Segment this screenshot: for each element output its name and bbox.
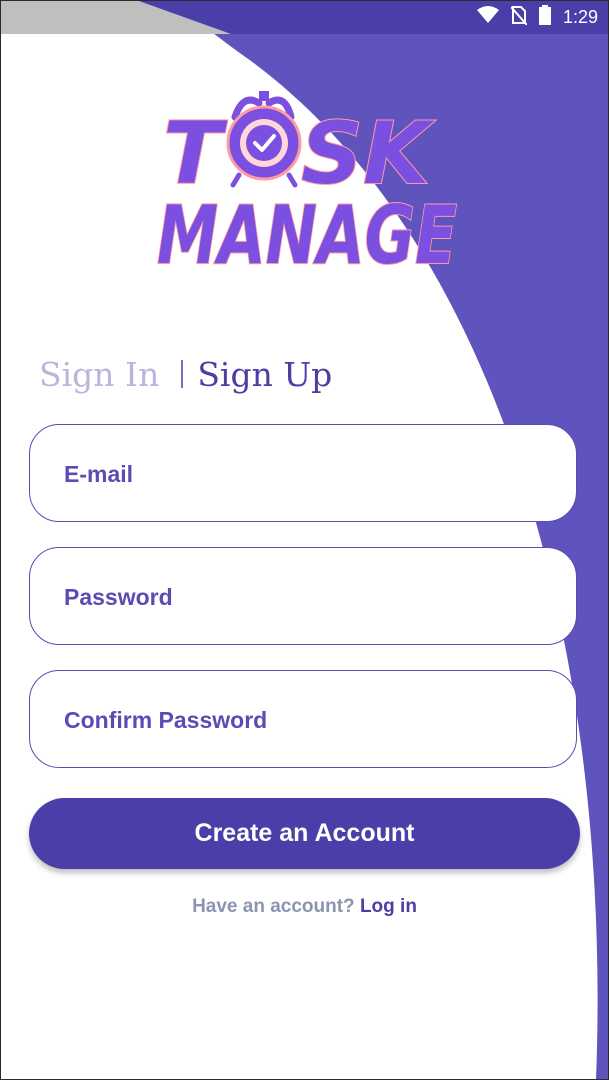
confirm-password-input[interactable] (62, 671, 546, 769)
app-screen: 1:29 T SK MANAGE Sign In Sign Up Create … (0, 0, 609, 1080)
no-sim-icon (510, 5, 528, 30)
have-account-text: Have an account? (192, 896, 360, 917)
status-bar-gray-region (1, 1, 231, 34)
battery-icon (538, 5, 551, 30)
email-input[interactable] (62, 425, 546, 523)
tab-sign-in[interactable]: Sign In (39, 355, 159, 394)
login-link[interactable]: Log in (360, 896, 417, 917)
status-bar: 1:29 (1, 1, 608, 34)
app-logo: T SK MANAGE (156, 91, 458, 275)
email-field[interactable] (29, 424, 577, 523)
alarm-clock-check-icon (226, 91, 302, 188)
password-field[interactable] (29, 547, 577, 646)
logo-text-manage: MANAGE (157, 189, 457, 275)
create-account-button[interactable]: Create an Account (29, 798, 580, 869)
auth-tabs: Sign In Sign Up (39, 349, 332, 399)
confirm-password-field[interactable] (29, 670, 577, 769)
login-prompt-line: Have an account? Log in (1, 896, 608, 918)
status-time: 1:29 (562, 7, 598, 27)
status-icons: 1:29 (476, 1, 598, 34)
tab-sign-up[interactable]: Sign Up (197, 355, 332, 394)
wifi-icon (476, 6, 499, 29)
tab-divider (181, 360, 184, 388)
password-input[interactable] (62, 548, 546, 646)
